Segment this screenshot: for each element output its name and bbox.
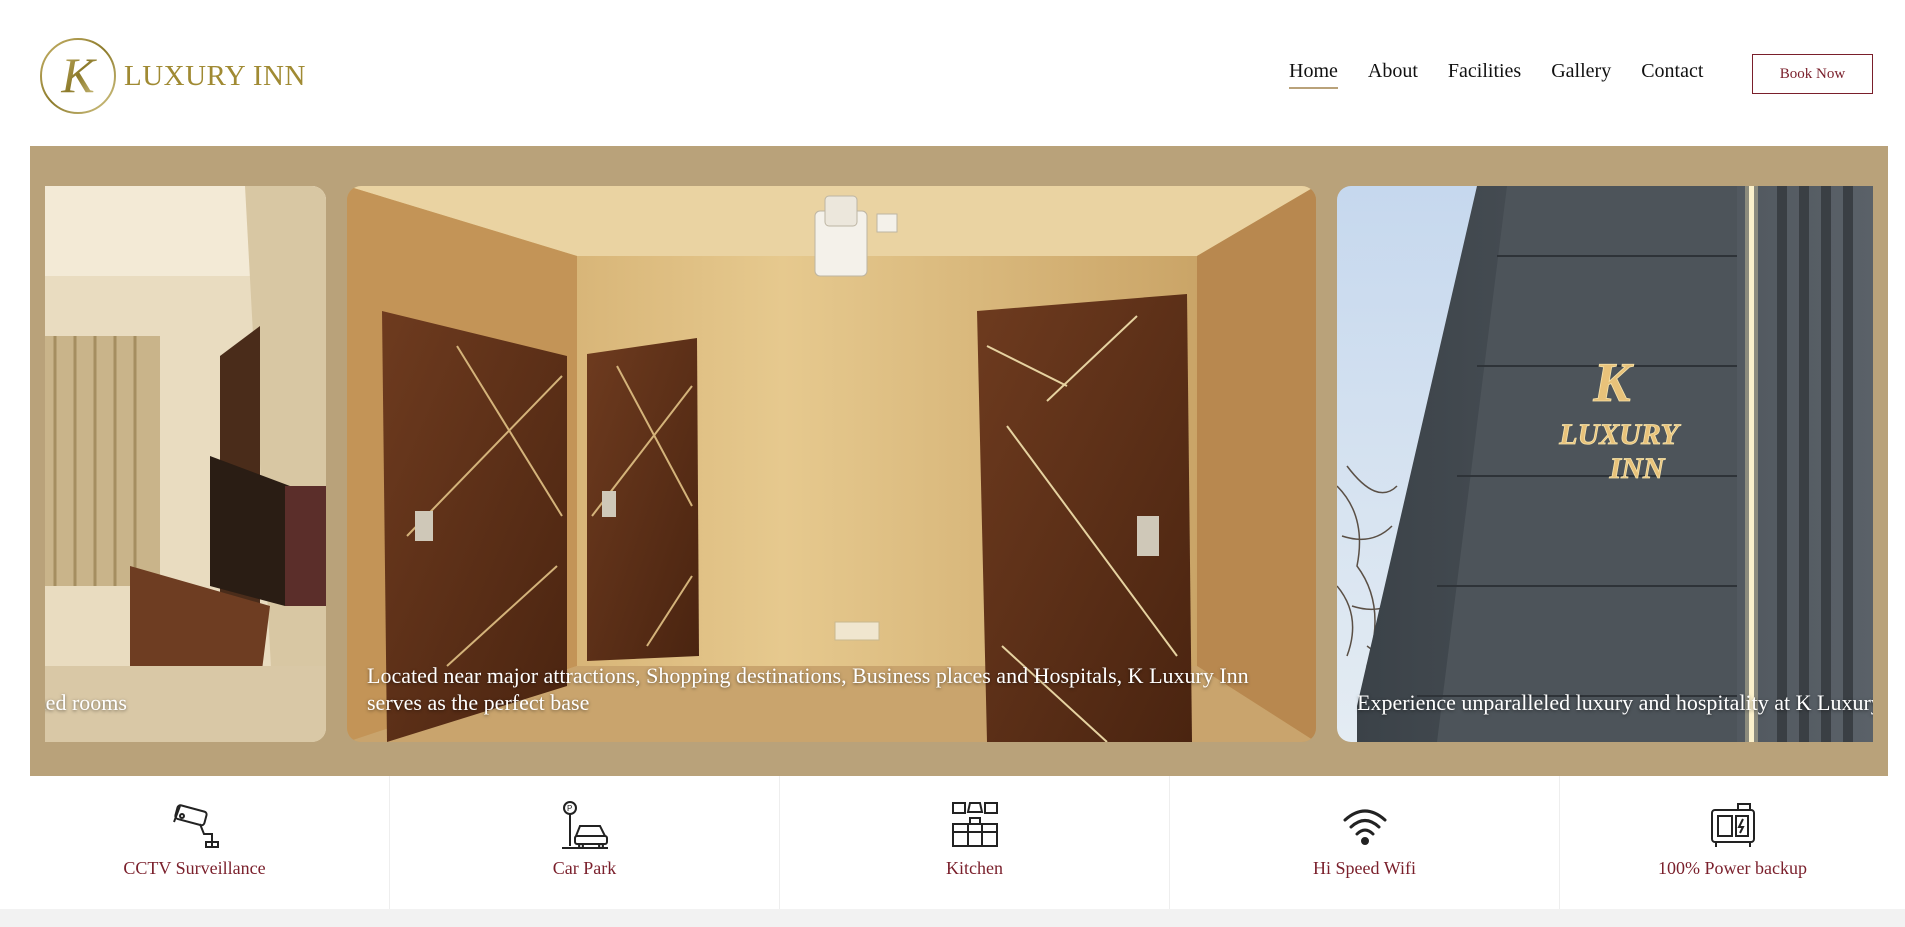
nav-contact[interactable]: Contact <box>1641 60 1703 89</box>
nav-facilities[interactable]: Facilities <box>1448 60 1521 89</box>
hero-slider[interactable]: signed rooms <box>30 146 1888 776</box>
feature-label: 100% Power backup <box>1658 858 1807 878</box>
main-nav: Home About Facilities Gallery Contact <box>1289 60 1733 89</box>
svg-text:K: K <box>1592 352 1634 414</box>
site-header: K LUXURY INN Home About Facilities Galle… <box>0 0 1905 146</box>
feature-label: CCTV Surveillance <box>123 858 266 878</box>
page-bottom-strip <box>0 909 1905 927</box>
slide-caption: Located near major attractions, Shopping… <box>367 663 1249 715</box>
slide-caption: Experience unparalleled luxury and hospi… <box>1357 690 1873 715</box>
feature-power-backup: 100% Power backup <box>1560 776 1905 909</box>
generator-icon <box>1710 803 1755 847</box>
feature-car-park: P Car Park <box>390 776 780 909</box>
slide-room[interactable]: signed rooms <box>45 186 326 742</box>
svg-text:K: K <box>60 47 97 103</box>
wifi-icon <box>1343 809 1386 845</box>
nav-home[interactable]: Home <box>1289 60 1338 89</box>
car-park-icon: P <box>561 801 608 849</box>
brand-name: LUXURY INN <box>124 59 306 92</box>
book-now-button[interactable]: Book Now <box>1752 54 1873 94</box>
room-photo <box>45 186 326 742</box>
nav-gallery[interactable]: Gallery <box>1551 60 1611 89</box>
building-photo: K LUXURY INN <box>1337 186 1873 742</box>
cctv-icon <box>172 804 219 848</box>
feature-cctv: CCTV Surveillance <box>0 776 390 909</box>
svg-text:P: P <box>567 804 572 813</box>
slide-building[interactable]: K LUXURY INN Experience unparalleled lux… <box>1337 186 1873 742</box>
kitchen-icon <box>951 802 998 847</box>
feature-wifi: Hi Speed Wifi <box>1170 776 1560 909</box>
brand-logo[interactable]: K LUXURY INN <box>38 36 306 116</box>
svg-text:INN: INN <box>1608 452 1665 485</box>
feature-label: Car Park <box>552 858 617 878</box>
feature-label: Hi Speed Wifi <box>1313 858 1416 878</box>
features-bar: CCTV Surveillance P Car Park Kitchen Hi … <box>0 776 1905 909</box>
svg-text:LUXURY: LUXURY <box>1558 418 1681 451</box>
nav-about[interactable]: About <box>1368 60 1418 89</box>
corridor-photo <box>347 186 1316 742</box>
feature-label: Kitchen <box>946 858 1003 878</box>
slide-caption: signed rooms <box>45 690 127 715</box>
logo-monogram-icon: K <box>40 38 116 114</box>
feature-kitchen: Kitchen <box>780 776 1170 909</box>
slide-corridor[interactable]: Located near major attractions, Shopping… <box>347 186 1316 742</box>
